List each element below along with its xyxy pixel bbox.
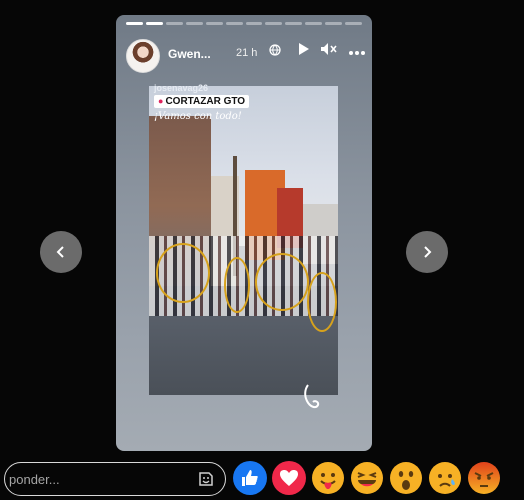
heart-icon [280,470,298,486]
play-icon[interactable] [296,41,310,63]
more-icon[interactable] [348,41,366,63]
overlay-username[interactable]: josenavag26 [154,83,208,93]
surprised-face-icon [390,462,422,494]
love-reaction-button[interactable] [272,461,306,495]
story-card[interactable]: Gwen... 21 h josenavag26 ● CORTAZAR GTO … [116,15,372,451]
story-video[interactable] [149,86,338,395]
progress-segment [225,22,243,25]
overlay-caption: ¡Vamos con todo! [154,111,242,122]
progress-segment [265,22,283,25]
haha-reaction-button[interactable] [350,461,384,495]
highlight-circle [224,257,250,313]
highlight-circle [156,243,210,303]
author-name[interactable]: Gwen... [168,47,211,61]
chevron-left-icon [56,246,64,258]
sad-reaction-button[interactable] [428,461,462,495]
progress-segment [205,22,223,25]
previous-story-button[interactable] [40,231,82,273]
location-label: CORTAZAR GTO [165,96,246,107]
reply-input[interactable] [5,463,189,495]
progress-segment [285,22,303,25]
mute-icon[interactable] [320,41,338,63]
progress-segment [245,22,263,25]
sticker-icon[interactable] [197,470,215,493]
location-pin-icon: ● [158,96,164,106]
care-face-icon [312,462,344,494]
progress-segment [185,22,203,25]
story-viewer: Gwen... 21 h josenavag26 ● CORTAZAR GTO … [0,0,524,500]
post-time: 21 h [236,47,258,59]
progress-segment [126,22,143,25]
highlight-circle [307,272,337,332]
sad-face-icon [429,462,461,494]
progress-segment [345,22,363,25]
progress-segment [325,22,343,25]
progress-segment [165,22,183,25]
angry-face-icon [468,462,500,494]
globe-icon [269,44,281,59]
reply-box[interactable] [4,462,226,496]
next-story-button[interactable] [406,231,448,273]
wow-reaction-button[interactable] [389,461,423,495]
highlight-circle [255,253,309,311]
avatar[interactable] [126,39,160,73]
story-header: Gwen... 21 h [126,39,366,73]
location-sticker[interactable]: ● CORTAZAR GTO [154,95,250,108]
chevron-right-icon [424,246,432,258]
angry-reaction-button[interactable] [467,461,501,495]
story-progress-bar [126,22,363,25]
progress-segment [305,22,323,25]
thumbs-up-icon [242,470,258,486]
like-reaction-button[interactable] [233,461,267,495]
reaction-bar [233,461,501,495]
hand-sticker-icon [304,384,320,409]
laughing-face-icon [351,462,383,494]
progress-segment [145,22,163,25]
care-reaction-button[interactable] [311,461,345,495]
